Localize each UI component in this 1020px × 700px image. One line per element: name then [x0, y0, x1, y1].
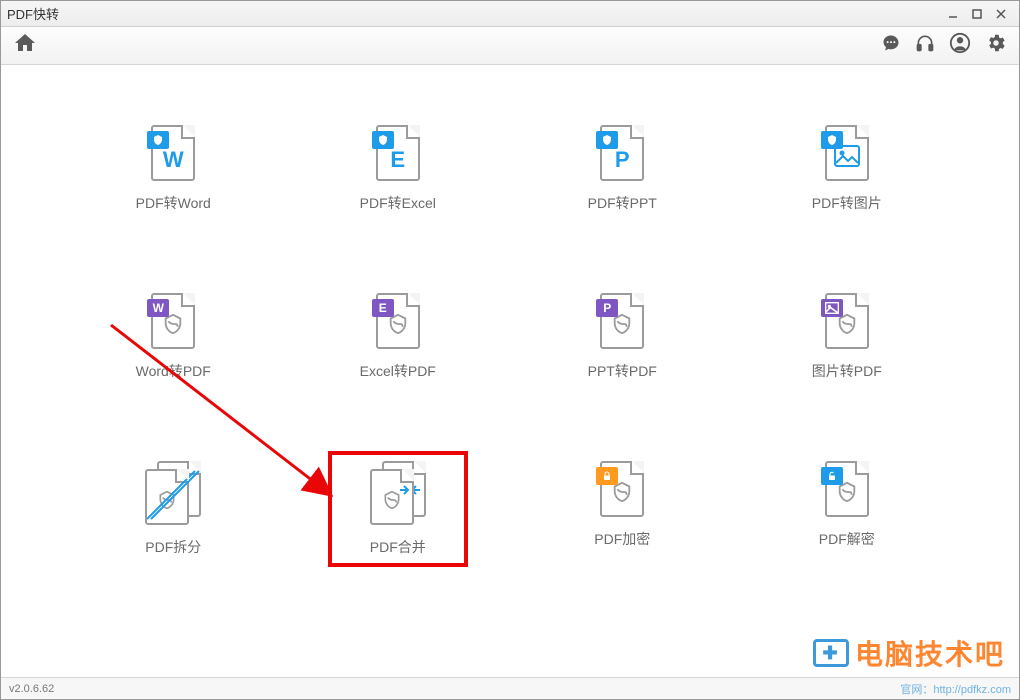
tile-pdf-split[interactable]: PDF拆分: [113, 461, 233, 557]
tile-label: PPT转PDF: [588, 361, 657, 381]
tile-label: PDF加密: [594, 529, 650, 549]
page-icon: [825, 125, 869, 181]
window-controls: [941, 3, 1013, 25]
tile-pdf-to-word[interactable]: W PDF转Word: [113, 125, 233, 213]
tile-pdf-to-image[interactable]: PDF转图片: [787, 125, 907, 213]
lock-badge-icon: [596, 467, 618, 485]
unlock-badge-icon: [821, 467, 843, 485]
page-icon: E: [376, 125, 420, 181]
tile-label: PDF转Word: [136, 193, 211, 213]
pdf-badge-icon: [372, 131, 394, 149]
tile-label: Excel转PDF: [360, 361, 436, 381]
tile-label: PDF解密: [819, 529, 875, 549]
pdf-badge-icon: [147, 131, 169, 149]
settings-icon[interactable]: [985, 32, 1007, 59]
tile-ppt-to-pdf[interactable]: P PPT转PDF: [562, 293, 682, 381]
page-icon: W: [151, 293, 195, 349]
official-link[interactable]: 官网：http://pdfkz.com: [900, 681, 1011, 697]
chat-icon[interactable]: [881, 33, 901, 58]
tile-excel-to-pdf[interactable]: E Excel转PDF: [338, 293, 458, 381]
tile-word-to-pdf[interactable]: W Word转PDF: [113, 293, 233, 381]
tile-label: PDF合并: [370, 537, 426, 557]
pdf-badge-icon: [821, 131, 843, 149]
pdf-badge-icon: [596, 131, 618, 149]
tile-label: 图片转PDF: [812, 361, 882, 381]
close-button[interactable]: [989, 3, 1013, 25]
content-area: W PDF转Word E PDF转Excel P: [1, 65, 1019, 677]
app-window: PDF快转: [0, 0, 1020, 700]
tile-label: Word转PDF: [136, 361, 211, 381]
tile-label: PDF转PPT: [588, 193, 657, 213]
image-badge-icon: [821, 299, 843, 317]
minimize-button[interactable]: [941, 3, 965, 25]
tile-pdf-encrypt[interactable]: PDF加密: [562, 461, 682, 557]
split-icon: [145, 461, 201, 525]
tile-pdf-decrypt[interactable]: PDF解密: [787, 461, 907, 557]
word-badge-icon: W: [147, 299, 169, 317]
page-icon: E: [376, 293, 420, 349]
page-icon: [600, 461, 644, 517]
merge-icon: [370, 461, 426, 525]
page-icon: W: [151, 125, 195, 181]
account-icon[interactable]: [949, 32, 971, 59]
letter-icon: E: [390, 147, 405, 173]
tile-label: PDF拆分: [145, 537, 201, 557]
headphones-icon[interactable]: [915, 33, 935, 58]
page-icon: [825, 293, 869, 349]
tile-label: PDF转Excel: [360, 193, 436, 213]
tile-image-to-pdf[interactable]: 图片转PDF: [787, 293, 907, 381]
tile-pdf-to-excel[interactable]: E PDF转Excel: [338, 125, 458, 213]
toolbar: [1, 27, 1019, 65]
home-button[interactable]: [13, 31, 37, 60]
page-icon: P: [600, 293, 644, 349]
tile-pdf-to-ppt[interactable]: P PDF转PPT: [562, 125, 682, 213]
tool-grid: W PDF转Word E PDF转Excel P: [101, 125, 919, 557]
letter-icon: W: [163, 147, 184, 173]
letter-icon: P: [615, 147, 630, 173]
maximize-button[interactable]: [965, 3, 989, 25]
tile-pdf-merge[interactable]: PDF合并: [338, 461, 458, 557]
window-title: PDF快转: [7, 4, 59, 23]
excel-badge-icon: E: [372, 299, 394, 317]
status-bar: v2.0.6.62 官网：http://pdfkz.com: [1, 677, 1019, 699]
titlebar: PDF快转: [1, 1, 1019, 27]
ppt-badge-icon: P: [596, 299, 618, 317]
version-label: v2.0.6.62: [9, 683, 54, 695]
tile-label: PDF转图片: [812, 193, 882, 213]
page-icon: P: [600, 125, 644, 181]
page-icon: [825, 461, 869, 517]
